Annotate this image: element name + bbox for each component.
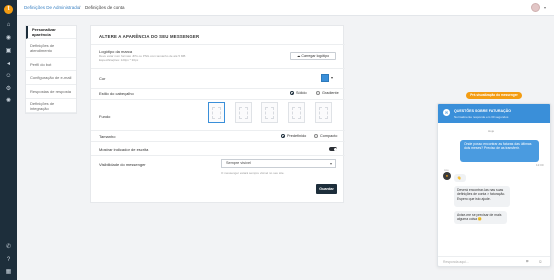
- bot-avatar-icon: ●: [443, 172, 451, 180]
- radio-label: Sólido: [296, 91, 307, 95]
- color-label: Cor: [99, 76, 106, 81]
- radio-label: Gradiente: [322, 91, 339, 95]
- save-button[interactable]: Guardar: [316, 184, 337, 194]
- submenu-label: Definições de integração: [30, 100, 55, 111]
- incoming-message: Deverá encontrar-las nas suas definições…: [454, 186, 510, 207]
- submenu-label: Perfil do bot: [30, 61, 52, 67]
- size-default-radio[interactable]: Predefinido: [281, 134, 306, 138]
- breadcrumb-separator: /: [79, 5, 81, 10]
- upload-icon: ☁: [296, 54, 301, 58]
- typing-indicator-toggle[interactable]: [329, 147, 337, 151]
- incoming-message: Avise-me se precisar de mais alguma cois…: [454, 211, 507, 224]
- chevron-down-icon[interactable]: ▾: [331, 75, 333, 80]
- size-label: Tamanho: [99, 134, 116, 139]
- submenu-item-bot-profile[interactable]: Perfil do bot: [26, 58, 76, 71]
- breadcrumb-parent[interactable]: Definições De Administrador: [24, 5, 81, 11]
- header-style-row: Estilo do cabeçalho Sólido Gradiente: [91, 88, 345, 99]
- help-icon[interactable]: ?: [5, 257, 12, 263]
- appearance-card: ALTERE A APARÊNCIA DO SEU MESSENGER Logó…: [90, 25, 345, 203]
- submenu-label: Configuração de e-mail: [30, 75, 72, 80]
- logo-row: Logótipo da marca Deve estar num formato…: [91, 44, 345, 68]
- color-row: Cor ▾: [91, 68, 345, 88]
- chat-bubble-icon: ✉: [443, 109, 450, 116]
- megaphone-icon[interactable]: ◂: [5, 61, 12, 67]
- size-compact-radio[interactable]: Compacto: [314, 134, 337, 138]
- upload-logo-button[interactable]: ☁ Carregar logótipo: [290, 52, 336, 60]
- messenger-title: QUESTÕES SOBRE FATURAÇÃO: [454, 109, 512, 113]
- incoming-message: 👋: [454, 174, 466, 182]
- upload-label: Carregar logótipo: [301, 54, 330, 58]
- brand-logo[interactable]: t: [4, 5, 13, 14]
- home-icon[interactable]: ⌂: [5, 22, 12, 28]
- chevron-down-icon: ▾: [329, 161, 332, 166]
- radio-label: Predefinido: [287, 134, 307, 138]
- messenger-preview: ✉ QUESTÕES SOBRE FATURAÇÃO Normalmente r…: [437, 103, 551, 267]
- reply-input[interactable]: Responda aqui...: [443, 260, 469, 264]
- phone-icon[interactable]: ✆: [5, 244, 12, 250]
- settings-submenu: Personalizar aparência Definições de ate…: [25, 25, 77, 114]
- messenger-header: ✉ QUESTÕES SOBRE FATURAÇÃO Normalmente r…: [438, 104, 550, 123]
- outgoing-message: Onde posso encontrar as faturas das últi…: [460, 140, 539, 162]
- gear-icon[interactable]: ✺: [5, 98, 12, 104]
- submenu-label: Respostas de resposta: [30, 89, 71, 94]
- avatar[interactable]: [531, 3, 540, 12]
- card-title: ALTERE A APARÊNCIA DO SEU MESSENGER: [99, 34, 200, 39]
- submenu-item-integrations[interactable]: Definições de integração: [26, 99, 76, 113]
- typing-row: Mostrar indicador de escrita: [91, 141, 345, 155]
- visibility-label: Visibilidade do messenger: [99, 162, 146, 167]
- header-solid-radio[interactable]: Sólido: [290, 91, 307, 95]
- day-divider: Hoje: [488, 129, 495, 133]
- grid-icon[interactable]: ▦: [5, 269, 12, 275]
- chevron-down-icon[interactable]: ▾: [544, 5, 546, 10]
- submenu-item-appearance[interactable]: Personalizar aparência: [26, 26, 76, 39]
- breadcrumb-current: Definições de conta: [85, 5, 125, 10]
- visibility-value: Sempre visível: [226, 161, 251, 165]
- background-option[interactable]: [261, 102, 278, 123]
- preview-badge: Pré-visualização do messenger: [466, 92, 522, 99]
- emoji-icon[interactable]: ☺: [538, 259, 543, 264]
- chat-icon[interactable]: ◉: [5, 35, 12, 41]
- background-option[interactable]: [235, 102, 252, 123]
- background-option[interactable]: [315, 102, 332, 123]
- submenu-item-email[interactable]: Configuração de e-mail: [26, 71, 76, 85]
- top-bar: Definições De Administrador / Definições…: [17, 0, 554, 16]
- background-option[interactable]: [208, 102, 225, 123]
- submenu-label: Personalizar aparência: [32, 27, 56, 37]
- background-option[interactable]: [288, 102, 305, 123]
- nav-rail: t ⌂ ◉ ▣ ◂ ☺ ⚙ ✺ ✆ ? ▦: [0, 0, 17, 280]
- radio-label: Compacto: [320, 134, 338, 138]
- message-time: 12:00: [536, 163, 544, 167]
- messenger-footer: Responda aqui... ⌗ ☺: [438, 256, 550, 266]
- submenu-label: Definições de atendimento: [30, 43, 55, 53]
- attach-icon[interactable]: ⌗: [526, 259, 529, 264]
- messenger-subtitle: Normalmente responde em 30 segundos: [454, 115, 509, 119]
- submenu-item-replies[interactable]: Respostas de resposta: [26, 85, 76, 99]
- header-gradient-radio[interactable]: Gradiente: [316, 91, 339, 95]
- visibility-select[interactable]: Sempre visível ▾: [221, 159, 336, 168]
- color-swatch[interactable]: [321, 74, 329, 82]
- submenu-item-service[interactable]: Definições de atendimento: [26, 39, 76, 58]
- header-style-label: Estilo do cabeçalho: [99, 91, 134, 96]
- size-row: Tamanho Predefinido Compacto: [91, 130, 345, 141]
- settings-icon[interactable]: ⚙: [5, 86, 12, 92]
- logo-hint-size: Especificações: 120px * 30px: [99, 58, 139, 62]
- typing-label: Mostrar indicador de escrita: [99, 147, 149, 152]
- background-label: Fundo: [99, 114, 111, 119]
- visibility-hint: O messenger estará sempre visível no seu…: [221, 171, 285, 175]
- contacts-icon[interactable]: ▣: [5, 48, 12, 54]
- bot-icon[interactable]: ☺: [5, 73, 12, 79]
